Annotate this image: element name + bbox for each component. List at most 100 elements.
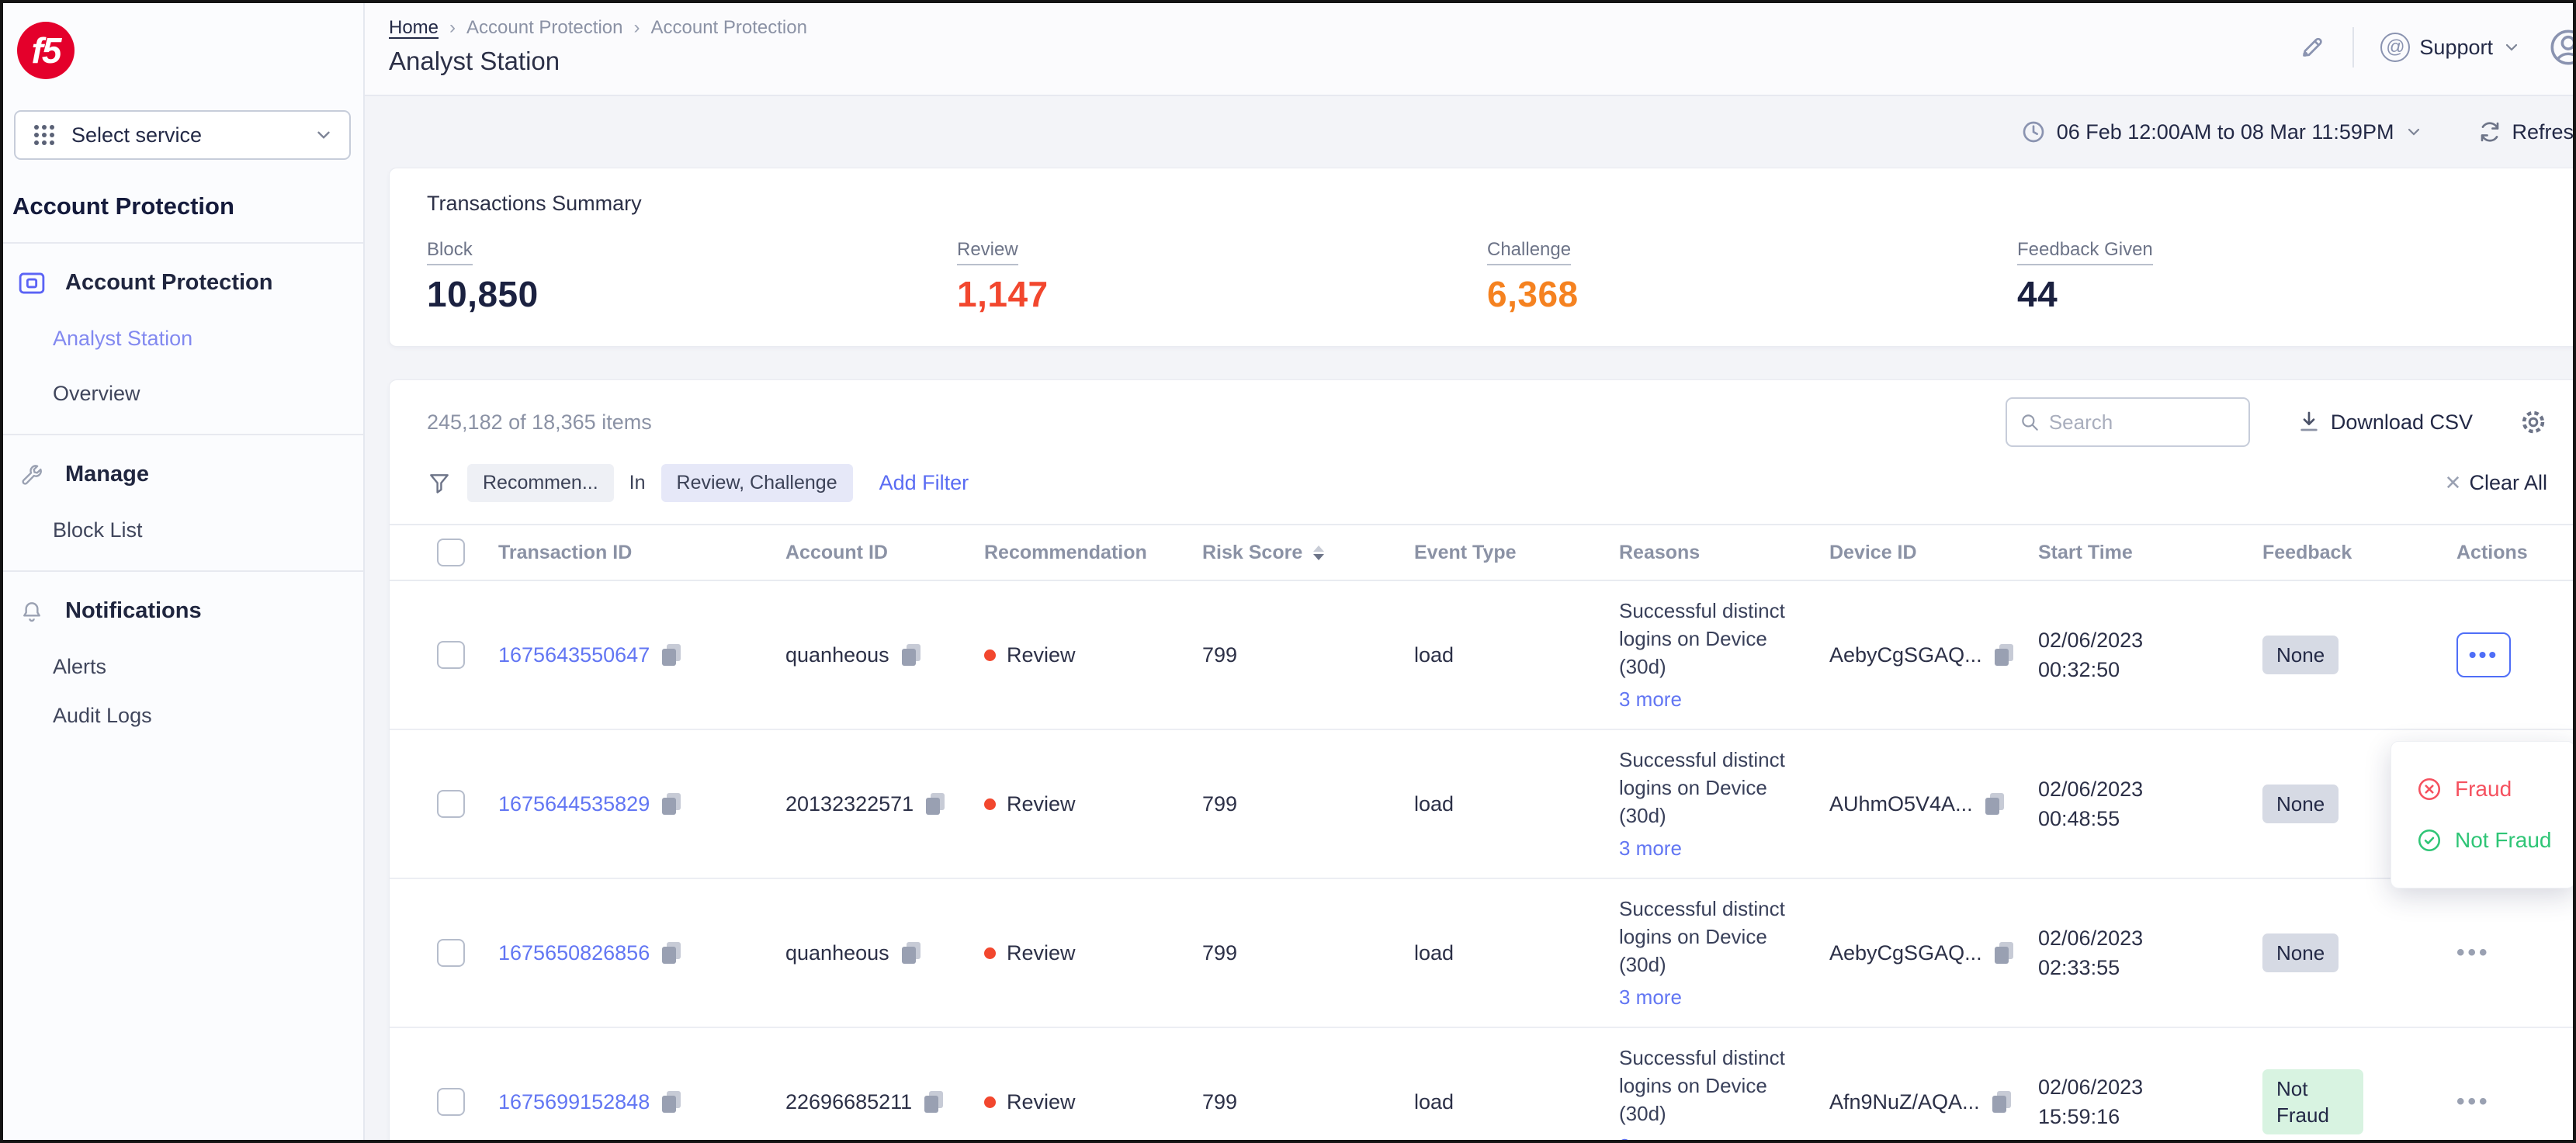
col-transaction-id[interactable]: Transaction ID (498, 542, 785, 564)
table-controls: 245,182 of 18,365 items Download CSV (390, 397, 2576, 447)
clock-icon (2021, 119, 2046, 144)
reasons-more-link[interactable]: 3 more (1619, 983, 1817, 1011)
f5-logo: f5 (17, 22, 75, 79)
sidebar-item-analyst-station[interactable]: Analyst Station (3, 296, 363, 351)
transactions-summary-card: Transactions Summary Block 10,850 Review… (389, 168, 2576, 347)
sidebar-item-block-list[interactable]: Block List (3, 487, 363, 542)
risk-score: 799 (1202, 1090, 1414, 1114)
review-status-dot (984, 649, 996, 661)
sidebar-section-manage[interactable]: Manage (3, 435, 363, 487)
reasons-text: Successful distinct logins on Device (30… (1619, 897, 1785, 976)
breadcrumb-item[interactable]: Account Protection (466, 17, 622, 39)
account-protection-icon (19, 271, 45, 296)
main-area: Home › Account Protection › Account Prot… (365, 3, 2576, 1140)
breadcrumb-separator-icon: › (633, 17, 640, 39)
transaction-id-link[interactable]: 1675643550647 (498, 643, 650, 667)
review-status-dot (984, 947, 996, 959)
row-checkbox[interactable] (437, 790, 465, 818)
col-event-type[interactable]: Event Type (1414, 542, 1619, 564)
service-selector[interactable]: Select service (14, 110, 351, 160)
row-actions-button[interactable]: ••• (2456, 632, 2511, 677)
metric-label[interactable]: Block (427, 239, 473, 265)
row-checkbox[interactable] (437, 939, 465, 967)
row-checkbox[interactable] (437, 1088, 465, 1116)
copy-icon[interactable] (923, 1089, 945, 1114)
col-actions: Actions (2456, 542, 2576, 564)
copy-icon[interactable] (1984, 791, 2006, 816)
col-device-id[interactable]: Device ID (1829, 542, 2038, 564)
copy-icon[interactable] (1993, 940, 2015, 965)
account-id: quanheous (785, 643, 889, 667)
copy-icon[interactable] (660, 643, 682, 667)
sidebar-section-account-protection[interactable]: Account Protection (3, 244, 363, 296)
search-input[interactable] (2049, 410, 2236, 435)
summary-metrics: Block 10,850 Review 1,147 Challenge 6,36… (427, 239, 2547, 315)
metric-label[interactable]: Feedback Given (2017, 239, 2153, 265)
transaction-id-link[interactable]: 1675644535829 (498, 792, 650, 816)
add-filter-link[interactable]: Add Filter (879, 471, 969, 495)
breadcrumb: Home › Account Protection › Account Prot… (389, 17, 807, 39)
clear-all-button[interactable]: ✕ Clear All (2445, 471, 2547, 495)
support-label: Support (2419, 36, 2493, 60)
menu-item-not-fraud[interactable]: Not Fraud (2391, 815, 2574, 866)
header-actions: @ Support (2298, 17, 2576, 95)
reasons-more-link[interactable]: 3 more (1619, 834, 1817, 862)
select-all-checkbox[interactable] (437, 539, 465, 566)
col-account-id[interactable]: Account ID (785, 542, 984, 564)
refresh-button[interactable]: Refresh (2477, 119, 2576, 144)
row-actions-button[interactable]: ••• (2456, 1089, 2491, 1115)
sidebar-section-notifications[interactable]: Notifications (3, 572, 363, 624)
start-date: 02/06/2023 (2038, 629, 2143, 652)
col-feedback[interactable]: Feedback (2262, 542, 2456, 564)
reasons-more-link[interactable]: 3 more (1619, 1132, 1817, 1143)
transaction-id-link[interactable]: 1675699152848 (498, 1090, 650, 1114)
copy-icon[interactable] (924, 791, 946, 816)
table-settings-button[interactable] (2519, 408, 2547, 436)
copy-icon[interactable] (900, 643, 922, 667)
col-recommendation[interactable]: Recommendation (984, 542, 1202, 564)
row-actions-button[interactable]: ••• (2456, 940, 2491, 966)
breadcrumb-home-link[interactable]: Home (389, 17, 439, 39)
col-start-time[interactable]: Start Time (2038, 542, 2262, 564)
metric-label[interactable]: Review (957, 239, 1018, 265)
table-row: 1675643550647 quanheous Review 799 load … (390, 581, 2576, 730)
date-range-value: 06 Feb 12:00AM to 08 Mar 11:59PM (2057, 120, 2394, 144)
sort-icon[interactable] (1313, 546, 1324, 560)
filter-field-chip[interactable]: Recommen... (467, 464, 614, 502)
account-id: 22696685211 (785, 1090, 912, 1114)
edit-pencil-icon[interactable] (2298, 33, 2326, 61)
start-time: 15:59:16 (2038, 1105, 2120, 1128)
copy-icon[interactable] (660, 1089, 682, 1114)
metric-label[interactable]: Challenge (1487, 239, 1571, 265)
not-fraud-circle-check-icon (2416, 827, 2443, 854)
copy-icon[interactable] (900, 940, 922, 965)
col-reasons[interactable]: Reasons (1619, 542, 1829, 564)
reasons-more-link[interactable]: 3 more (1619, 685, 1817, 713)
date-range-picker[interactable]: 06 Feb 12:00AM to 08 Mar 11:59PM (2021, 119, 2424, 144)
transactions-table-card: 245,182 of 18,365 items Download CSV (389, 379, 2576, 1143)
reasons-text: Successful distinct logins on Device (30… (1619, 599, 1785, 678)
copy-icon[interactable] (1993, 643, 2015, 667)
copy-icon[interactable] (660, 791, 682, 816)
filter-value-chip[interactable]: Review, Challenge (661, 464, 853, 502)
user-menu[interactable] (2547, 26, 2576, 68)
range-toolbar: 06 Feb 12:00AM to 08 Mar 11:59PM Refresh (389, 96, 2576, 168)
menu-item-fraud[interactable]: Fraud (2391, 764, 2574, 815)
account-id: quanheous (785, 941, 889, 965)
start-time: 00:48:55 (2038, 807, 2120, 830)
row-checkbox[interactable] (437, 641, 465, 669)
sidebar-item-overview[interactable]: Overview (3, 351, 363, 406)
col-risk-score[interactable]: Risk Score (1202, 542, 1414, 564)
reasons-text: Successful distinct logins on Device (30… (1619, 1046, 1785, 1125)
metric-value: 6,368 (1487, 273, 2017, 315)
download-csv-button[interactable]: Download CSV (2297, 410, 2473, 435)
copy-icon[interactable] (1991, 1089, 2013, 1114)
sidebar-section-label: Notifications (65, 598, 202, 624)
device-id: AebyCgSGAQ... (1829, 941, 1982, 965)
table-row: 1675650826856 quanheous Review 799 load … (390, 879, 2576, 1028)
sidebar-item-alerts[interactable]: Alerts (3, 624, 363, 679)
transaction-id-link[interactable]: 1675650826856 (498, 941, 650, 965)
support-menu[interactable]: @ Support (2380, 33, 2521, 62)
copy-icon[interactable] (660, 940, 682, 965)
sidebar-item-audit-logs[interactable]: Audit Logs (3, 679, 363, 728)
